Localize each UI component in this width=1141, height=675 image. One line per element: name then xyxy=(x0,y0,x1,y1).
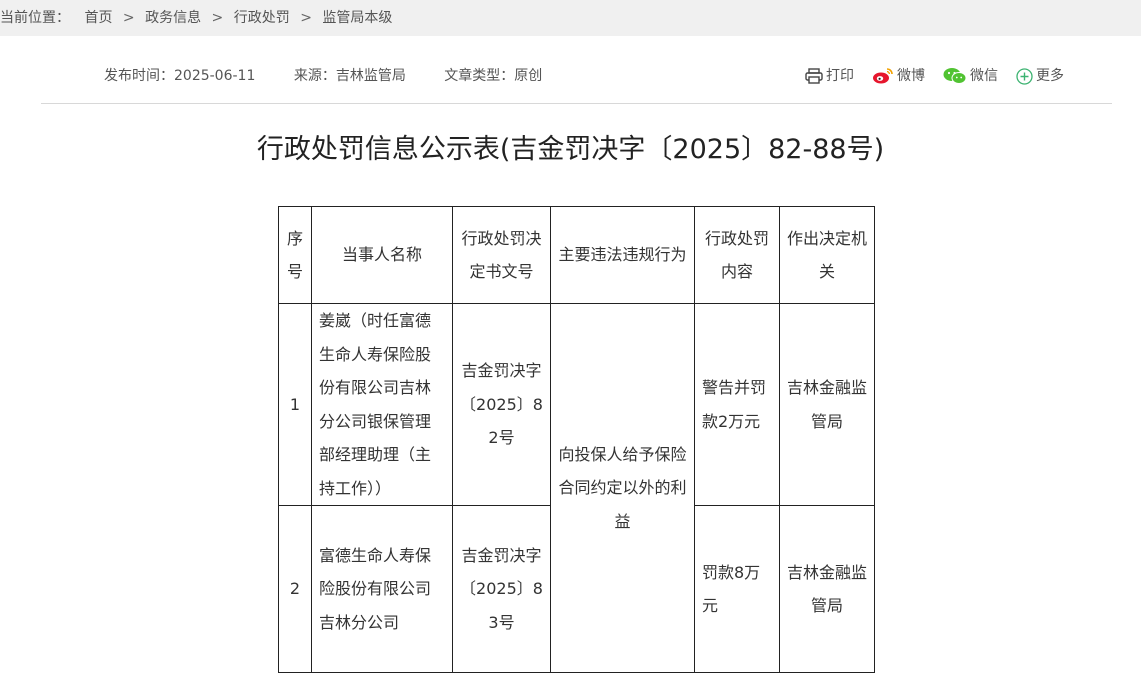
breadcrumb-separator: > xyxy=(122,10,135,26)
table-header-row: 序号 当事人名称 行政处罚决定书文号 主要违法违规行为 行政处罚内容 作出决定机… xyxy=(278,206,875,304)
wechat-icon xyxy=(943,68,967,84)
cell-penalty: 警告并罚款2万元 xyxy=(694,303,780,506)
cell-penalty: 罚款8万元 xyxy=(694,505,780,673)
breadcrumb-bureau-link[interactable]: 监管局本级 xyxy=(322,0,392,36)
cell-violation: 向投保人给予保险合同约定以外的利益 xyxy=(550,303,695,673)
print-button[interactable]: 打印 xyxy=(805,60,854,92)
article-source: 来源：吉林监管局 xyxy=(293,68,406,84)
cell-party: 姜崴（时任富德生命人寿保险股份有限公司吉林分公司银保管理部经理助理（主持工作）） xyxy=(311,303,453,506)
more-label: 更多 xyxy=(1036,68,1064,84)
breadcrumb: 当前位置： 首页 > 政务信息 > 行政处罚 > 监管局本级 xyxy=(0,0,1141,36)
penalty-table: 序号 当事人名称 行政处罚决定书文号 主要违法违规行为 行政处罚内容 作出决定机… xyxy=(278,206,875,673)
article-type: 文章类型：原创 xyxy=(444,68,543,84)
breadcrumb-separator: > xyxy=(300,10,312,26)
divider xyxy=(41,103,1112,104)
plus-circle-icon xyxy=(1016,67,1033,85)
printer-icon xyxy=(805,68,823,84)
breadcrumb-gov-info-link[interactable]: 政务信息 xyxy=(145,0,201,36)
print-label: 打印 xyxy=(826,68,854,84)
breadcrumb-penalty-link[interactable]: 行政处罚 xyxy=(234,0,290,36)
header-party: 当事人名称 xyxy=(311,206,453,304)
more-share-button[interactable]: 更多 xyxy=(1016,60,1064,92)
share-bar: 打印 微博 微信 更多 xyxy=(787,60,1064,92)
breadcrumb-home-link[interactable]: 首页 xyxy=(84,0,112,36)
header-authority: 作出决定机关 xyxy=(779,206,875,304)
cell-authority: 吉林金融监管局 xyxy=(779,303,875,506)
cell-party: 富德生命人寿保险股份有限公司吉林分公司 xyxy=(311,505,453,673)
weibo-label: 微博 xyxy=(897,68,925,84)
page-title: 行政处罚信息公示表(吉金罚决字〔2025〕82-88号) xyxy=(256,134,885,165)
header-doc-no: 行政处罚决定书文号 xyxy=(452,206,551,304)
table-row: 1 姜崴（时任富德生命人寿保险股份有限公司吉林分公司银保管理部经理助理（主持工作… xyxy=(278,303,875,673)
header-violation: 主要违法违规行为 xyxy=(550,206,695,304)
wechat-share-button[interactable]: 微信 xyxy=(943,60,998,92)
header-seq: 序号 xyxy=(278,206,312,304)
breadcrumb-separator: > xyxy=(211,10,224,26)
publish-time: 发布时间：2025-06-11 xyxy=(104,68,256,84)
weibo-share-button[interactable]: 微博 xyxy=(872,60,925,92)
cell-seq: 1 xyxy=(278,303,312,506)
weibo-icon xyxy=(873,68,893,84)
header-penalty: 行政处罚内容 xyxy=(694,206,780,304)
wechat-label: 微信 xyxy=(970,68,998,84)
cell-authority: 吉林金融监管局 xyxy=(779,505,875,673)
cell-seq: 2 xyxy=(278,505,312,673)
article-meta: 发布时间：2025-06-11 来源：吉林监管局 文章类型：原创 打印 微博 微… xyxy=(104,60,1064,92)
cell-doc-no: 吉金罚决字〔2025〕83号 xyxy=(452,505,551,673)
cell-doc-no: 吉金罚决字〔2025〕82号 xyxy=(452,303,551,506)
breadcrumb-label: 当前位置： xyxy=(0,10,70,26)
